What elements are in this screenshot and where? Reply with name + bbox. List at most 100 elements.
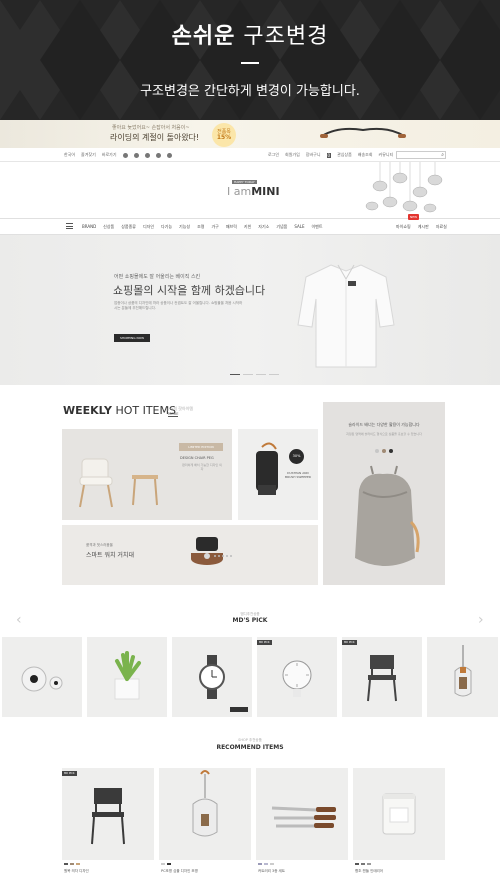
search-icon[interactable]: ⌕ bbox=[441, 152, 444, 158]
nav-item[interactable]: 이벤트 bbox=[311, 224, 322, 230]
nav-right-item[interactable]: 게시판 bbox=[418, 224, 429, 230]
swatch[interactable] bbox=[70, 863, 74, 865]
swatch[interactable] bbox=[361, 863, 365, 865]
product-card[interactable] bbox=[87, 637, 167, 717]
site-logo[interactable]: I amMINI bbox=[227, 185, 280, 198]
swatch[interactable] bbox=[389, 449, 393, 453]
order-link[interactable]: 배송조회 bbox=[358, 152, 373, 158]
product-swatches bbox=[161, 863, 171, 865]
slider-dot[interactable] bbox=[214, 555, 216, 557]
banner-main-text: 라이딩의 계절이 돌아왔다! bbox=[110, 133, 200, 142]
wishlist-link[interactable]: 관심상품 bbox=[337, 152, 352, 158]
promo-title-bold: 손쉬운 bbox=[171, 24, 236, 49]
product-name[interactable]: PC조명 심플 디자인 조명 bbox=[161, 869, 198, 874]
chair-card[interactable]: LIMITED EDITION DESIGN CHAIR PEG 편리하게 배치… bbox=[62, 429, 232, 520]
nav-item[interactable]: 조명 bbox=[197, 224, 204, 230]
swatch[interactable] bbox=[382, 449, 386, 453]
instagram-icon[interactable] bbox=[144, 152, 150, 158]
slider-dot[interactable] bbox=[222, 555, 224, 557]
swatch[interactable] bbox=[375, 449, 379, 453]
bag-card[interactable]: 슬라이드 배너는 다양한 활용이 가능합니다 지정된 영역에 슬라이드 형식으로… bbox=[323, 402, 445, 585]
bicycle-handlebar-icon bbox=[320, 127, 406, 138]
product-name[interactable]: 커트러리 3종 세트 bbox=[258, 869, 285, 874]
nav-item[interactable]: 디자인 bbox=[143, 224, 154, 230]
nav-item[interactable]: 신상품 bbox=[103, 224, 114, 230]
util-link[interactable]: 한국어 bbox=[64, 152, 75, 158]
join-link[interactable]: 회원가입 bbox=[285, 152, 300, 158]
youtube-icon[interactable] bbox=[166, 152, 172, 158]
product-card[interactable] bbox=[353, 768, 445, 860]
chair-image bbox=[79, 458, 158, 508]
bag-title: 슬라이드 배너는 다양한 활용이 가능합니다 bbox=[348, 422, 420, 427]
nav-right: 마이쇼핑 게시판 자료실 bbox=[396, 224, 447, 230]
slider-dot[interactable] bbox=[230, 374, 240, 375]
dustpan-title: DUSTPAN AND BRUSH SWEEPER bbox=[285, 471, 311, 479]
community-link[interactable]: 커뮤니티 bbox=[379, 152, 394, 158]
product-card[interactable]: MD PICK bbox=[62, 768, 154, 860]
login-link[interactable]: 로그인 bbox=[268, 152, 279, 158]
product-card[interactable]: MD PICK bbox=[342, 637, 422, 717]
wristwatch-image bbox=[199, 655, 225, 699]
swatch[interactable] bbox=[161, 863, 165, 865]
facebook-icon[interactable] bbox=[122, 152, 128, 158]
swatch[interactable] bbox=[167, 863, 171, 865]
slider-pagination[interactable] bbox=[230, 374, 279, 375]
swatch[interactable] bbox=[258, 863, 262, 865]
hamburger-menu-icon[interactable] bbox=[66, 223, 73, 229]
product-name[interactable]: 원목 의자 디자인 bbox=[64, 869, 89, 874]
slider-dot[interactable] bbox=[256, 374, 266, 375]
product-card[interactable] bbox=[427, 637, 498, 717]
product-card[interactable] bbox=[256, 768, 348, 860]
wall-clock-image bbox=[282, 660, 312, 697]
product-card[interactable] bbox=[2, 637, 82, 717]
slider-dot[interactable] bbox=[226, 555, 228, 557]
nav-item[interactable]: 기념품 bbox=[276, 224, 287, 230]
nav-item[interactable]: 자기소 bbox=[258, 224, 269, 230]
badge-value: 15% bbox=[216, 134, 232, 141]
util-left: 한국어 즐겨찾기 바로가기 bbox=[64, 152, 172, 158]
nav-item[interactable]: 다기능 bbox=[161, 224, 172, 230]
slider-dot[interactable] bbox=[243, 374, 253, 375]
swatch[interactable] bbox=[270, 863, 274, 865]
util-link[interactable]: 즐겨찾기 bbox=[81, 152, 96, 158]
slider-dot[interactable] bbox=[269, 374, 279, 375]
product-card[interactable] bbox=[159, 768, 251, 860]
watch-stand-card[interactable]: 품격과 멋스러움을 스마트 워치 거치대 bbox=[62, 525, 318, 585]
product-swatches bbox=[64, 863, 80, 865]
slider-dot[interactable] bbox=[218, 555, 220, 557]
swatch[interactable] bbox=[264, 863, 268, 865]
dustpan-card[interactable]: 30% DUSTPAN AND BRUSH SWEEPER bbox=[238, 429, 318, 520]
product-card[interactable] bbox=[172, 637, 252, 717]
nav-item[interactable]: 상품종류 bbox=[121, 224, 136, 230]
nav-item[interactable]: 기능성 bbox=[179, 224, 190, 230]
blog-icon[interactable] bbox=[155, 152, 161, 158]
swatch[interactable] bbox=[76, 863, 80, 865]
swatch[interactable] bbox=[64, 863, 68, 865]
nav-item[interactable]: 패브릭 bbox=[226, 224, 237, 230]
chair-desc: 편리하게 배치 가능한 디자인 의자 bbox=[182, 463, 222, 471]
md-title: MD'S PICK bbox=[232, 617, 268, 624]
glass-lamp-image bbox=[192, 770, 218, 837]
shopping-now-button[interactable]: SHOPPING NOW bbox=[114, 334, 150, 342]
search-input[interactable]: ⌕ bbox=[396, 151, 446, 159]
nav-item[interactable]: SALE bbox=[294, 224, 304, 230]
nav-item[interactable]: BRAND bbox=[82, 224, 96, 230]
cart-link[interactable]: 장바구니 bbox=[306, 152, 321, 158]
product-card[interactable]: MD PICK bbox=[257, 637, 337, 717]
twitter-icon[interactable] bbox=[133, 152, 139, 158]
nav-right-item[interactable]: 자료실 bbox=[436, 224, 447, 230]
nav-right-item[interactable]: 마이쇼핑 bbox=[396, 224, 411, 230]
swatch[interactable] bbox=[367, 863, 371, 865]
weekly-title: WEEKLY HOT ITEMS bbox=[63, 404, 176, 417]
banner-small-text: 좋아요 늦었어요~ 손잡아서 처음이~ bbox=[112, 125, 190, 131]
nav-item[interactable]: 키친 bbox=[244, 224, 251, 230]
product-name[interactable]: 향초 캔들 인테리어 bbox=[355, 869, 383, 874]
recommend-title: RECOMMEND ITEMS bbox=[216, 744, 284, 751]
plant-image bbox=[114, 651, 141, 700]
top-banner[interactable]: 좋아요 늦었어요~ 손잡아서 처음이~ 라이딩의 계절이 돌아왔다! 전품목 1… bbox=[0, 120, 500, 148]
swatch[interactable] bbox=[355, 863, 359, 865]
slider-dot[interactable] bbox=[230, 555, 232, 557]
more-link[interactable]: MORE bbox=[168, 412, 179, 417]
util-link[interactable]: 바로가기 bbox=[102, 152, 117, 158]
nav-item[interactable]: 가구 bbox=[211, 224, 218, 230]
